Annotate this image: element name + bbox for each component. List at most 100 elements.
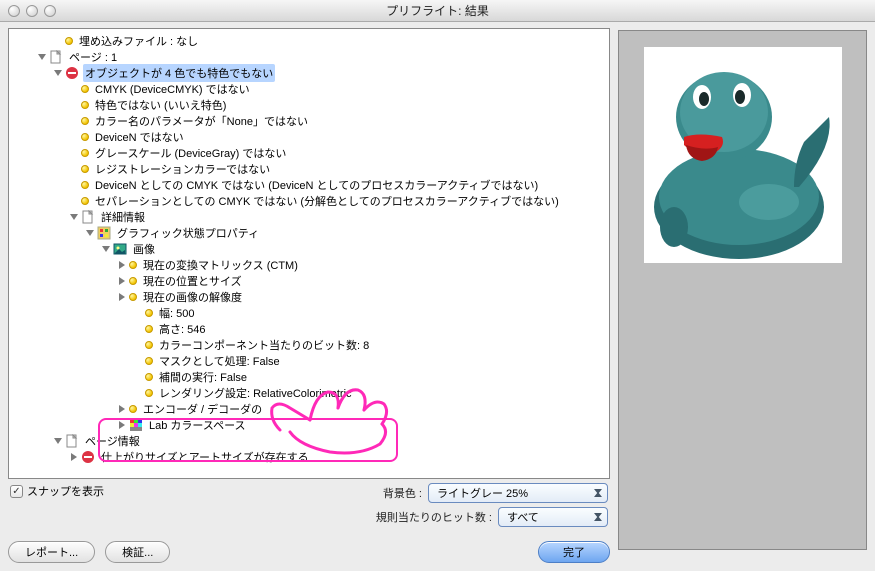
info-bullet-icon [145, 325, 153, 333]
tree-row[interactable]: CMYK (DeviceCMYK) ではない [13, 81, 609, 97]
hits-row: 規則当たりのヒット数 : すべて [10, 507, 608, 527]
tree-row[interactable]: 特色ではない (いいえ特色) [13, 97, 609, 113]
image-icon [113, 242, 127, 256]
disclosure-down-icon[interactable] [69, 212, 79, 222]
tree-row[interactable]: 現在の位置とサイズ [13, 273, 609, 289]
disclosure-spacer [69, 116, 79, 126]
disclosure-right-icon[interactable] [117, 404, 127, 414]
info-bullet-icon [129, 277, 137, 285]
disclosure-spacer [133, 388, 143, 398]
hits-select[interactable]: すべて [498, 507, 608, 527]
preview-thumbnail[interactable] [644, 47, 842, 263]
disclosure-down-icon[interactable] [101, 244, 111, 254]
disclosure-right-icon[interactable] [69, 452, 79, 462]
disclosure-spacer [133, 308, 143, 318]
tree-row[interactable]: グレースケール (DeviceGray) ではない [13, 145, 609, 161]
left-panel: 埋め込みファイル : なしページ : 1オブジェクトが 4 色でも特色でもないC… [0, 22, 618, 571]
hits-label: 規則当たりのヒット数 : [376, 509, 492, 525]
tree-row[interactable]: 補間の実行: False [13, 369, 609, 385]
bgcolor-select[interactable]: ライトグレー 25% [428, 483, 608, 503]
info-bullet-icon [81, 165, 89, 173]
tree-label: セパレーションとしての CMYK ではない (分解色としてのプロセスカラーアクテ… [93, 192, 561, 210]
info-bullet-icon [81, 117, 89, 125]
done-button[interactable]: 完了 [538, 541, 610, 563]
tree-row[interactable]: ページ情報 [13, 433, 609, 449]
disclosure-spacer [53, 36, 63, 46]
tree-row[interactable]: Lab カラースペース [13, 417, 609, 433]
disclosure-down-icon[interactable] [85, 228, 95, 238]
tree-row[interactable]: 現在の変換マトリックス (CTM) [13, 257, 609, 273]
tree-row[interactable]: マスクとして処理: False [13, 353, 609, 369]
tree-row[interactable]: カラー名のパラメータが「None」ではない [13, 113, 609, 129]
tree-label: 仕上がりサイズとアートサイズが存在する [99, 448, 311, 466]
info-bullet-icon [129, 293, 137, 301]
tree-row[interactable]: セパレーションとしての CMYK ではない (分解色としてのプロセスカラーアクテ… [13, 193, 609, 209]
page-icon [65, 434, 79, 448]
tree-row[interactable]: 高さ: 546 [13, 321, 609, 337]
disclosure-right-icon[interactable] [117, 292, 127, 302]
info-bullet-icon [145, 357, 153, 365]
disclosure-spacer [69, 148, 79, 158]
info-bullet-icon [65, 37, 73, 45]
disclosure-spacer [69, 164, 79, 174]
tree-label: Lab カラースペース [147, 416, 248, 434]
tree-row[interactable]: 現在の画像の解像度 [13, 289, 609, 305]
tree-row[interactable]: 画像 [13, 241, 609, 257]
content: 埋め込みファイル : なしページ : 1オブジェクトが 4 色でも特色でもないC… [0, 22, 875, 571]
tree-row[interactable]: DeviceN としての CMYK ではない (DeviceN としてのプロセス… [13, 177, 609, 193]
disclosure-right-icon[interactable] [117, 260, 127, 270]
tree-row[interactable]: オブジェクトが 4 色でも特色でもない [13, 65, 609, 81]
info-bullet-icon [81, 85, 89, 93]
disclosure-right-icon[interactable] [117, 420, 127, 430]
lab-icon [129, 418, 143, 432]
disclosure-down-icon[interactable] [53, 436, 63, 446]
window-title: プリフライト: 結果 [0, 2, 875, 19]
page-icon [81, 210, 95, 224]
tree-row[interactable]: 幅: 500 [13, 305, 609, 321]
disclosure-spacer [69, 84, 79, 94]
disclosure-spacer [69, 180, 79, 190]
disclosure-right-icon[interactable] [117, 276, 127, 286]
tree-row[interactable]: 仕上がりサイズとアートサイズが存在する [13, 449, 609, 465]
warn-icon [65, 66, 79, 80]
info-bullet-icon [81, 133, 89, 141]
info-bullet-icon [129, 261, 137, 269]
titlebar: プリフライト: 結果 [0, 0, 875, 22]
info-bullet-icon [81, 101, 89, 109]
disclosure-down-icon[interactable] [37, 52, 47, 62]
controls: ✓ スナップを表示 背景色 : ライトグレー 25% 規則当たりのヒット数 : … [8, 479, 610, 531]
info-bullet-icon [145, 309, 153, 317]
tree-row[interactable]: レンダリング設定: RelativeColorimetric [13, 385, 609, 401]
info-bullet-icon [145, 389, 153, 397]
right-panel [618, 22, 875, 571]
info-bullet-icon [145, 373, 153, 381]
tree-row[interactable]: 詳細情報 [13, 209, 609, 225]
bgcolor-label: 背景色 : [383, 485, 422, 501]
warn-icon [81, 450, 95, 464]
disclosure-spacer [133, 340, 143, 350]
disclosure-down-icon[interactable] [53, 68, 63, 78]
results-tree[interactable]: 埋め込みファイル : なしページ : 1オブジェクトが 4 色でも特色でもないC… [8, 28, 610, 479]
tree-row[interactable]: エンコーダ / デコーダの [13, 401, 609, 417]
info-bullet-icon [81, 149, 89, 157]
tree-row[interactable]: カラーコンポーネント当たりのビット数: 8 [13, 337, 609, 353]
hits-value: すべて [507, 509, 539, 525]
tree-row[interactable]: グラフィック状態プロパティ [13, 225, 609, 241]
info-bullet-icon [129, 405, 137, 413]
verify-button[interactable]: 検証... [105, 541, 170, 563]
tree-row[interactable]: レジストレーションカラーではない [13, 161, 609, 177]
preview-area [618, 30, 867, 550]
props-icon [97, 226, 111, 240]
disclosure-spacer [133, 356, 143, 366]
snap-label: スナップを表示 [27, 483, 104, 499]
tree-row[interactable]: ページ : 1 [13, 49, 609, 65]
tree-row[interactable]: DeviceN ではない [13, 129, 609, 145]
report-button[interactable]: レポート... [8, 541, 95, 563]
disclosure-spacer [133, 324, 143, 334]
info-bullet-icon [81, 181, 89, 189]
duck-image [644, 47, 842, 263]
bgcolor-value: ライトグレー 25% [437, 485, 528, 501]
tree-row[interactable]: 埋め込みファイル : なし [13, 33, 609, 49]
checkbox-icon: ✓ [10, 485, 23, 498]
disclosure-spacer [69, 100, 79, 110]
